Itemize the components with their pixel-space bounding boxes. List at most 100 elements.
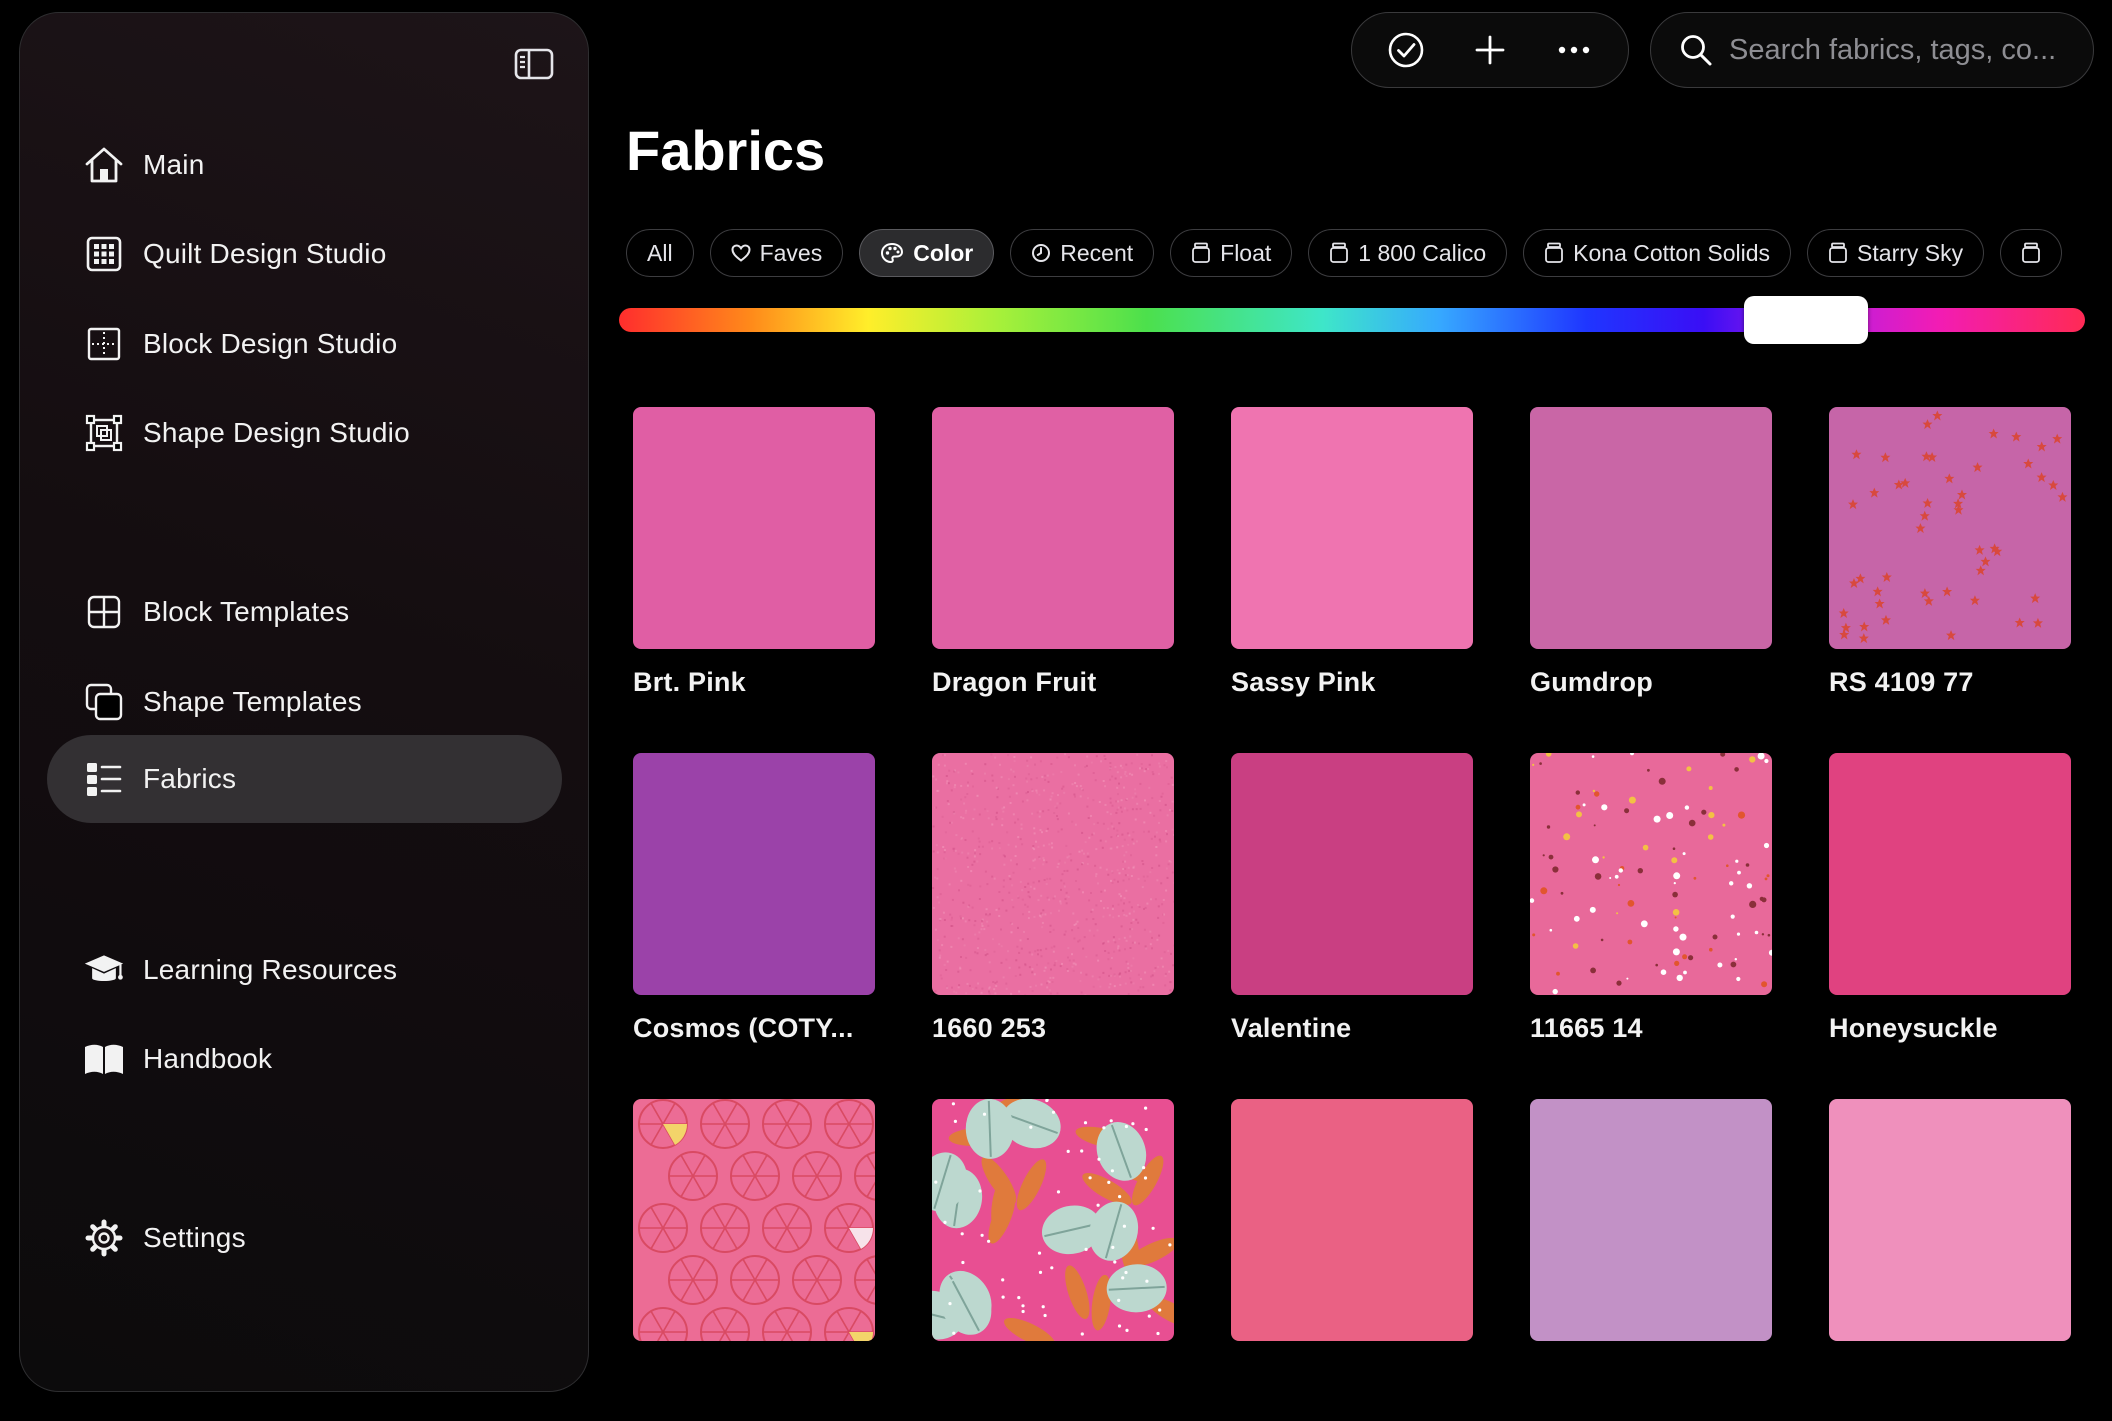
sidebar-item-quilt-design-studio[interactable]: Quilt Design Studio: [47, 210, 562, 298]
filter-chip-label: 1 800 Calico: [1358, 239, 1487, 266]
sidebar-item-main[interactable]: Main: [47, 121, 562, 209]
filter-chip-label: All: [647, 239, 673, 266]
sidebar-item-label: Settings: [143, 1222, 246, 1253]
filter-chip-faves[interactable]: Faves: [709, 229, 844, 277]
shape-template-icon: [83, 681, 125, 723]
sidebar-item-label: Handbook: [143, 1043, 273, 1074]
sidebar-item-label: Learning Resources: [143, 954, 398, 985]
fabric-card[interactable]: Brt. Pink: [633, 407, 875, 698]
jar-icon: [1191, 242, 1211, 264]
fabric-name: Sassy Pink: [1231, 667, 1376, 697]
fabric-swatch[interactable]: [1231, 753, 1473, 995]
fabric-card[interactable]: [1530, 1099, 1772, 1341]
sidebar-item-shape-design-studio[interactable]: Shape Design Studio: [47, 389, 562, 477]
fabric-swatch[interactable]: [633, 407, 875, 649]
hue-slider[interactable]: [619, 296, 2085, 344]
checkmark-circle-icon: [1388, 32, 1424, 68]
filter-chip-label: Kona Cotton Solids: [1573, 239, 1771, 266]
jar-icon: [1329, 242, 1349, 264]
graduation-cap-icon: [83, 949, 125, 991]
gear-icon: [83, 1217, 125, 1259]
fabric-name: RS 4109 77: [1829, 667, 1974, 697]
fabric-card[interactable]: 11665 14: [1530, 753, 1772, 1044]
sidebar: Main Quilt Design Studio Block Design St…: [19, 12, 589, 1392]
filter-chip-label: Float: [1220, 239, 1272, 266]
plus-icon: [1475, 35, 1505, 65]
filter-chip-label: Color: [913, 239, 974, 266]
sidebar-toggle-button[interactable]: [512, 46, 556, 82]
fabric-card[interactable]: Gumdrop: [1530, 407, 1772, 698]
sidebar-item-handbook[interactable]: Handbook: [47, 1015, 562, 1103]
filter-chip-float[interactable]: Float: [1170, 229, 1293, 277]
filter-chip-label: Faves: [759, 239, 823, 266]
hue-slider-thumb[interactable]: [1744, 296, 1869, 344]
filter-chip-more[interactable]: [2000, 229, 2063, 277]
fabric-card[interactable]: [932, 1099, 1174, 1341]
heart-icon: [731, 244, 751, 262]
filter-chip-starry-sky[interactable]: Starry Sky: [1807, 229, 1985, 277]
sidebar-item-block-design-studio[interactable]: Block Design Studio: [47, 300, 562, 388]
sidebar-item-block-templates[interactable]: Block Templates: [47, 568, 562, 656]
sidebar-item-label: Shape Design Studio: [143, 417, 410, 448]
filter-chip-kona-cotton-solids[interactable]: Kona Cotton Solids: [1523, 229, 1792, 277]
search-icon: [1681, 35, 1712, 66]
grid-icon: [83, 233, 125, 275]
sidebar-item-learning-resources[interactable]: Learning Resources: [47, 926, 562, 1014]
fabric-swatch[interactable]: [1829, 753, 2071, 995]
search-input[interactable]: [1727, 32, 2091, 68]
fabric-swatch[interactable]: [1530, 407, 1772, 649]
fabric-card[interactable]: Honeysuckle: [1829, 753, 2071, 1044]
toolbar-actions: [1351, 12, 1629, 88]
jar-icon: [1544, 242, 1564, 264]
filter-chip-color[interactable]: Color: [859, 229, 995, 277]
shape-select-icon: [83, 412, 125, 454]
block-template-icon: [83, 591, 125, 633]
fabric-name: 11665 14: [1530, 1013, 1643, 1043]
ellipsis-icon: [1558, 46, 1590, 54]
filter-chip-1-800-calico[interactable]: 1 800 Calico: [1308, 229, 1508, 277]
filter-chip-label: Starry Sky: [1857, 239, 1964, 266]
fabric-card[interactable]: Valentine: [1231, 753, 1473, 1044]
fabric-card[interactable]: [633, 1099, 875, 1341]
fabric-card[interactable]: [1829, 1099, 2071, 1341]
jar-icon: [2021, 242, 2041, 264]
sidebar-item-shape-templates[interactable]: Shape Templates: [47, 658, 562, 746]
page-title: Fabrics: [626, 119, 826, 182]
filter-chip-recent[interactable]: Recent: [1010, 229, 1155, 277]
fabric-swatch[interactable]: [1530, 1099, 1772, 1341]
book-icon: [83, 1038, 125, 1080]
fabric-card[interactable]: [1231, 1099, 1473, 1341]
fabric-card[interactable]: Sassy Pink: [1231, 407, 1473, 698]
palette-icon: [880, 242, 904, 264]
sidebar-item-label: Shape Templates: [143, 686, 362, 717]
fabric-swatch[interactable]: [1829, 1099, 2071, 1341]
jar-icon: [1828, 242, 1848, 264]
fabric-swatch[interactable]: [1231, 407, 1473, 649]
more-button[interactable]: [1544, 20, 1604, 80]
sidebar-item-fabrics[interactable]: Fabrics: [47, 735, 562, 823]
select-button[interactable]: [1376, 20, 1436, 80]
fabric-name: 1660 253: [932, 1013, 1047, 1043]
fabric-swatch[interactable]: [932, 753, 1174, 995]
fabric-swatch[interactable]: [633, 1099, 875, 1341]
add-button[interactable]: [1460, 20, 1520, 80]
fabric-name: Dragon Fruit: [932, 667, 1097, 697]
filter-chip-all[interactable]: All: [626, 229, 694, 277]
clock-icon: [1031, 243, 1051, 263]
block-dotted-icon: [83, 323, 125, 365]
fabric-swatch[interactable]: [1231, 1099, 1473, 1341]
fabric-card[interactable]: Dragon Fruit: [932, 407, 1174, 698]
fabric-swatch[interactable]: [932, 1099, 1174, 1341]
fabric-swatch[interactable]: [1829, 407, 2071, 649]
search-bar: [1650, 12, 2094, 88]
fabric-card[interactable]: Cosmos (COTY...: [633, 753, 875, 1044]
fabric-card[interactable]: RS 4109 77: [1829, 407, 2071, 698]
sidebar-item-label: Block Templates: [143, 596, 350, 627]
fabric-swatch[interactable]: [633, 753, 875, 995]
fabric-card[interactable]: 1660 253: [932, 753, 1174, 1044]
list-icon: [83, 758, 125, 800]
fabric-swatch[interactable]: [932, 407, 1174, 649]
fabric-name: Gumdrop: [1530, 667, 1653, 697]
fabric-swatch[interactable]: [1530, 753, 1772, 995]
sidebar-item-settings[interactable]: Settings: [47, 1194, 562, 1282]
